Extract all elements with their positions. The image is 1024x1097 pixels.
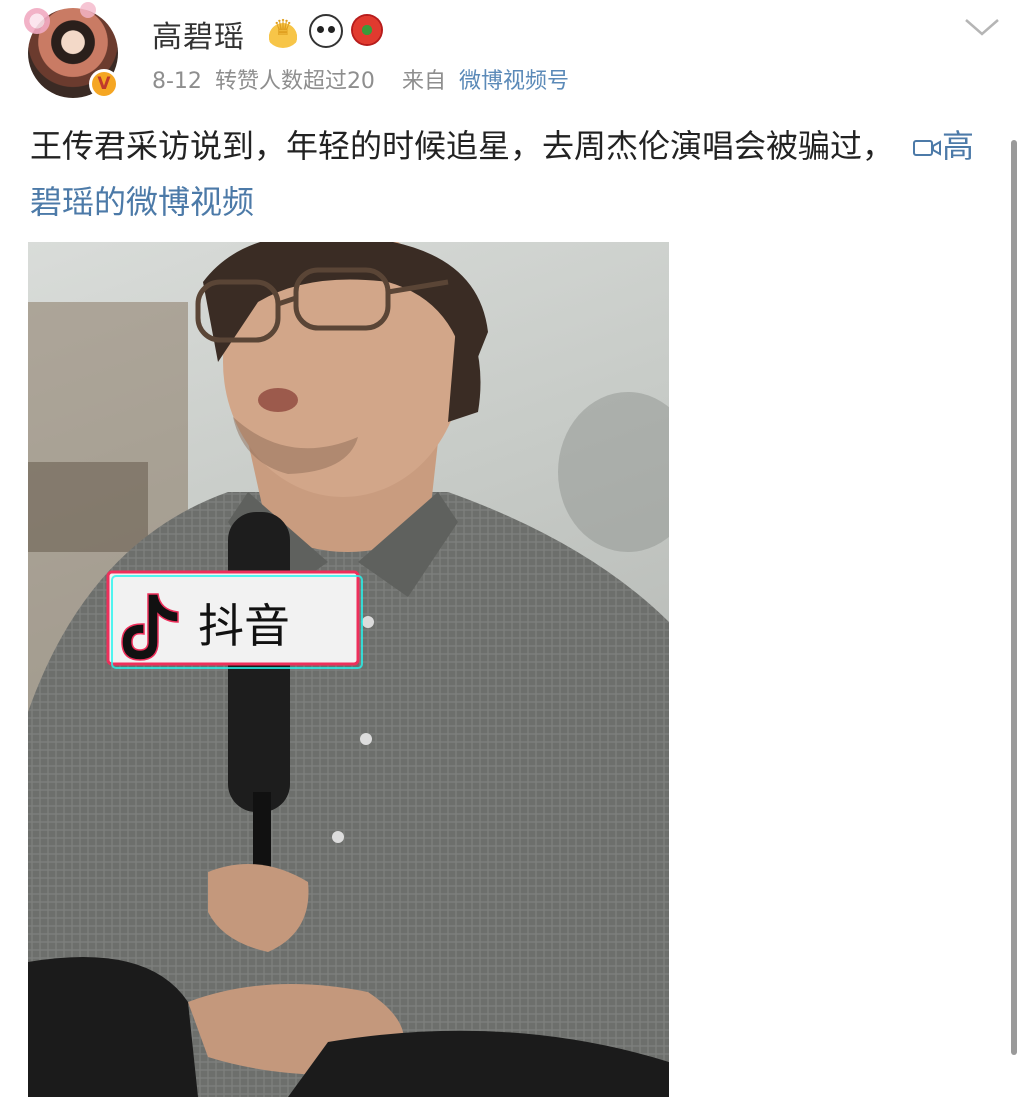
red-flower-icon[interactable] [351, 14, 383, 46]
scrollbar[interactable] [1011, 140, 1017, 1055]
post-text: 王传君采访说到，年轻的时候追星，去周杰伦演唱会被骗过， [30, 127, 895, 165]
watermark-text: 抖音 [198, 599, 290, 653]
source-link[interactable]: 微博视频号 [459, 69, 569, 94]
video-camera-icon [913, 140, 942, 156]
author-badges: ♛ [265, 12, 383, 48]
chevron-down-icon[interactable] [960, 12, 1004, 42]
flower-decoration-icon [80, 2, 96, 18]
author-name[interactable]: 高碧瑶 [152, 12, 245, 56]
flower-decoration-icon [24, 8, 50, 34]
post-meta: 8-12 转赞人数超过20 来自 微博视频号 [152, 63, 569, 95]
video-thumbnail[interactable]: 抖音 [28, 242, 669, 1097]
crown-member-icon[interactable]: ♛ [265, 12, 301, 48]
post-body: 王传君采访说到，年轻的时候追星，去周杰伦演唱会被骗过， 高碧瑶的微博视频 [30, 118, 980, 230]
panda-icon[interactable] [309, 14, 343, 48]
repost-count: 转赞人数超过20 [214, 69, 375, 94]
source-prefix: 来自 [401, 69, 446, 94]
post-date: 8-12 [152, 69, 202, 94]
verified-badge: V [89, 69, 119, 99]
video-thumbnail-image: 抖音 [28, 242, 669, 1097]
